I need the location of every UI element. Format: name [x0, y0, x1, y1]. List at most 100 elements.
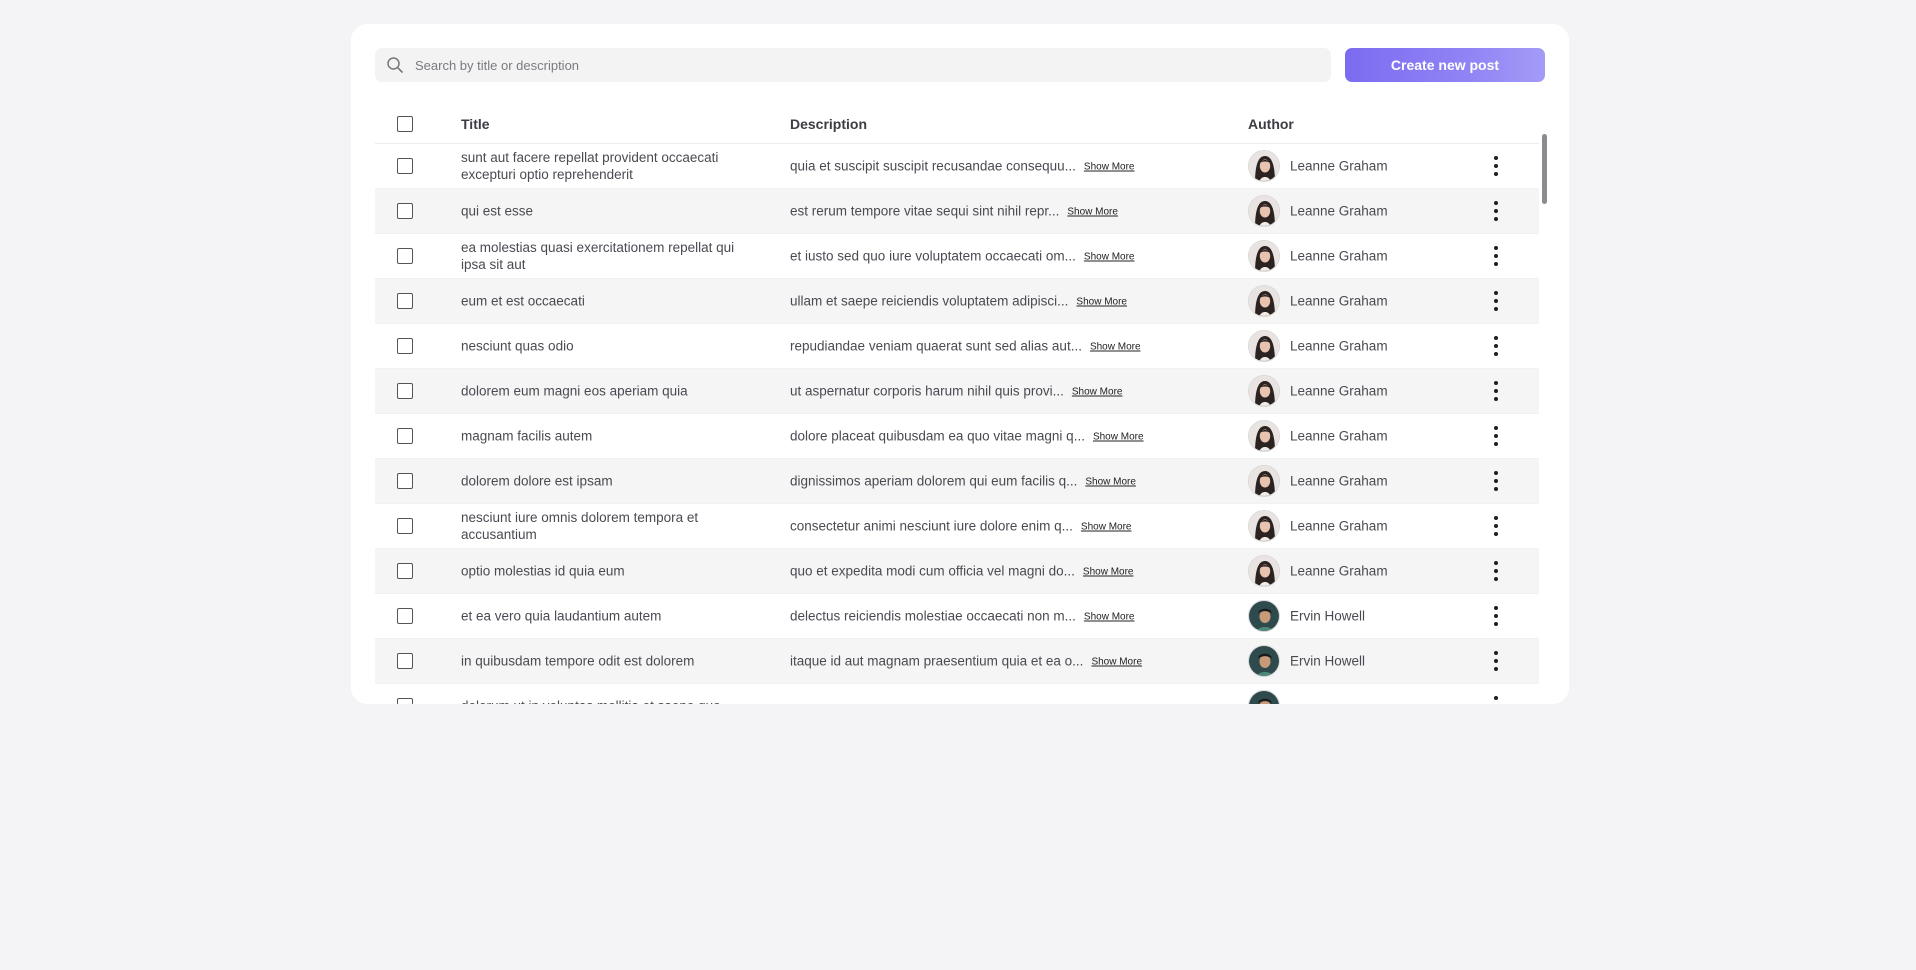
post-description: et iusto sed quo iure voluptatem occaeca… [790, 249, 1134, 264]
author-avatar [1248, 375, 1280, 407]
table-row: et ea vero quia laudantium autem delectu… [375, 594, 1539, 639]
show-more-link[interactable]: Show More [1083, 567, 1134, 578]
author-avatar [1248, 150, 1280, 182]
more-vertical-icon[interactable] [1486, 243, 1506, 269]
author-name: Ervin Howell [1290, 608, 1366, 624]
row-checkbox[interactable] [397, 563, 413, 579]
post-description: est rerum tempore vitae sequi sint nihil… [790, 204, 1118, 219]
author-avatar [1248, 420, 1280, 452]
show-more-link[interactable]: Show More [1067, 207, 1118, 218]
row-checkbox[interactable] [397, 518, 413, 534]
author-name: Leanne Graham [1290, 203, 1388, 219]
more-vertical-icon[interactable] [1486, 693, 1506, 704]
show-more-link[interactable]: Show More [1076, 297, 1127, 308]
table-body[interactable]: sunt aut facere repellat provident occae… [375, 144, 1539, 704]
more-vertical-icon[interactable] [1486, 513, 1506, 539]
author-name: Leanne Graham [1290, 248, 1388, 264]
post-title: in quibusdam tempore odit est dolorem [461, 653, 695, 669]
description-text: repudiandae veniam quaerat sunt sed alia… [790, 338, 1082, 354]
post-description: dolore placeat quibusdam ea quo vitae ma… [790, 429, 1144, 444]
toolbar: Create new post [375, 48, 1545, 82]
author-avatar [1248, 465, 1280, 497]
table-row: dolorem dolore est ipsam dignissimos ape… [375, 459, 1539, 504]
post-title: dolorem eum magni eos aperiam quia [461, 383, 688, 399]
table-row: nesciunt quas odio repudiandae veniam qu… [375, 324, 1539, 369]
column-header-author: Author [1248, 116, 1294, 132]
author-avatar [1248, 600, 1280, 632]
more-vertical-icon[interactable] [1486, 198, 1506, 224]
row-checkbox[interactable] [397, 653, 413, 669]
more-vertical-icon[interactable] [1486, 153, 1506, 179]
author-avatar [1248, 645, 1280, 677]
show-more-link[interactable]: Show More [1091, 657, 1142, 668]
row-checkbox[interactable] [397, 248, 413, 264]
row-checkbox[interactable] [397, 293, 413, 309]
row-checkbox[interactable] [397, 338, 413, 354]
show-more-link[interactable]: Show More [1090, 342, 1141, 353]
table-scrollbar[interactable] [1542, 134, 1547, 204]
table-row: in quibusdam tempore odit est dolorem it… [375, 639, 1539, 684]
post-title: sunt aut facere repellat provident occae… [461, 150, 719, 182]
author-name: Leanne Graham [1290, 563, 1388, 579]
column-header-title: Title [461, 116, 490, 132]
post-description: quo et expedita modi cum officia vel mag… [790, 564, 1134, 579]
create-new-post-button[interactable]: Create new post [1345, 48, 1545, 82]
row-checkbox[interactable] [397, 428, 413, 444]
description-text: est rerum tempore vitae sequi sint nihil… [790, 203, 1060, 219]
table-row: ea molestias quasi exercitationem repell… [375, 234, 1539, 279]
search-input[interactable] [415, 48, 1315, 82]
table-row: eum et est occaecati ullam et saepe reic… [375, 279, 1539, 324]
row-checkbox[interactable] [397, 158, 413, 174]
row-checkbox[interactable] [397, 698, 413, 704]
description-text: ullam et saepe reiciendis voluptatem adi… [790, 293, 1069, 309]
description-text: ut aspernatur corporis harum nihil quis … [790, 383, 1064, 399]
more-vertical-icon[interactable] [1486, 603, 1506, 629]
post-title: et ea vero quia laudantium autem [461, 608, 662, 624]
post-title: optio molestias id quia eum [461, 563, 625, 579]
post-title: dolorem dolore est ipsam [461, 473, 613, 489]
more-vertical-icon[interactable] [1486, 288, 1506, 314]
post-description: itaque id aut magnam praesentium quia et… [790, 654, 1142, 669]
row-checkbox[interactable] [397, 608, 413, 624]
table-row: dolorum ut in voluptas mollitia et saepe… [375, 684, 1539, 704]
show-more-link[interactable]: Show More [1084, 162, 1135, 173]
post-description: consectetur animi nesciunt iure dolore e… [790, 519, 1131, 534]
author-name: Leanne Graham [1290, 338, 1388, 354]
post-title: ea molestias quasi exercitationem repell… [461, 240, 735, 272]
more-vertical-icon[interactable] [1486, 468, 1506, 494]
description-text: dignissimos aperiam dolorem qui eum faci… [790, 473, 1078, 489]
post-title: eum et est occaecati [461, 293, 585, 309]
show-more-link[interactable]: Show More [1072, 387, 1123, 398]
more-vertical-icon[interactable] [1486, 648, 1506, 674]
row-checkbox[interactable] [397, 383, 413, 399]
more-vertical-icon[interactable] [1486, 423, 1506, 449]
post-description: repudiandae veniam quaerat sunt sed alia… [790, 339, 1141, 354]
author-name: Ervin Howell [1290, 653, 1366, 669]
author-avatar [1248, 285, 1280, 317]
show-more-link[interactable]: Show More [1085, 477, 1136, 488]
author-avatar [1248, 510, 1280, 542]
post-description: delectus reiciendis molestiae occaecati … [790, 609, 1134, 624]
author-name: Leanne Graham [1290, 518, 1388, 534]
table-row: dolorem eum magni eos aperiam quia ut as… [375, 369, 1539, 414]
row-checkbox[interactable] [397, 473, 413, 489]
row-checkbox[interactable] [397, 203, 413, 219]
more-vertical-icon[interactable] [1486, 333, 1506, 359]
post-title: dolorum ut in voluptas mollitia et saepe… [461, 698, 761, 705]
select-all-checkbox[interactable] [397, 116, 413, 132]
author-name: Leanne Graham [1290, 158, 1388, 174]
author-name: Leanne Graham [1290, 383, 1388, 399]
show-more-link[interactable]: Show More [1093, 432, 1144, 443]
show-more-link[interactable]: Show More [1081, 522, 1132, 533]
posts-card: Create new post Title Description Author… [351, 24, 1569, 704]
description-text: quo et expedita modi cum officia vel mag… [790, 563, 1075, 579]
table-row: optio molestias id quia eum quo et exped… [375, 549, 1539, 594]
description-text: consectetur animi nesciunt iure dolore e… [790, 518, 1073, 534]
more-vertical-icon[interactable] [1486, 558, 1506, 584]
more-vertical-icon[interactable] [1486, 378, 1506, 404]
post-title: nesciunt quas odio [461, 338, 574, 354]
show-more-link[interactable]: Show More [1084, 252, 1135, 263]
show-more-link[interactable]: Show More [1084, 612, 1135, 623]
search-bar[interactable] [375, 48, 1331, 82]
author-name: Leanne Graham [1290, 473, 1388, 489]
